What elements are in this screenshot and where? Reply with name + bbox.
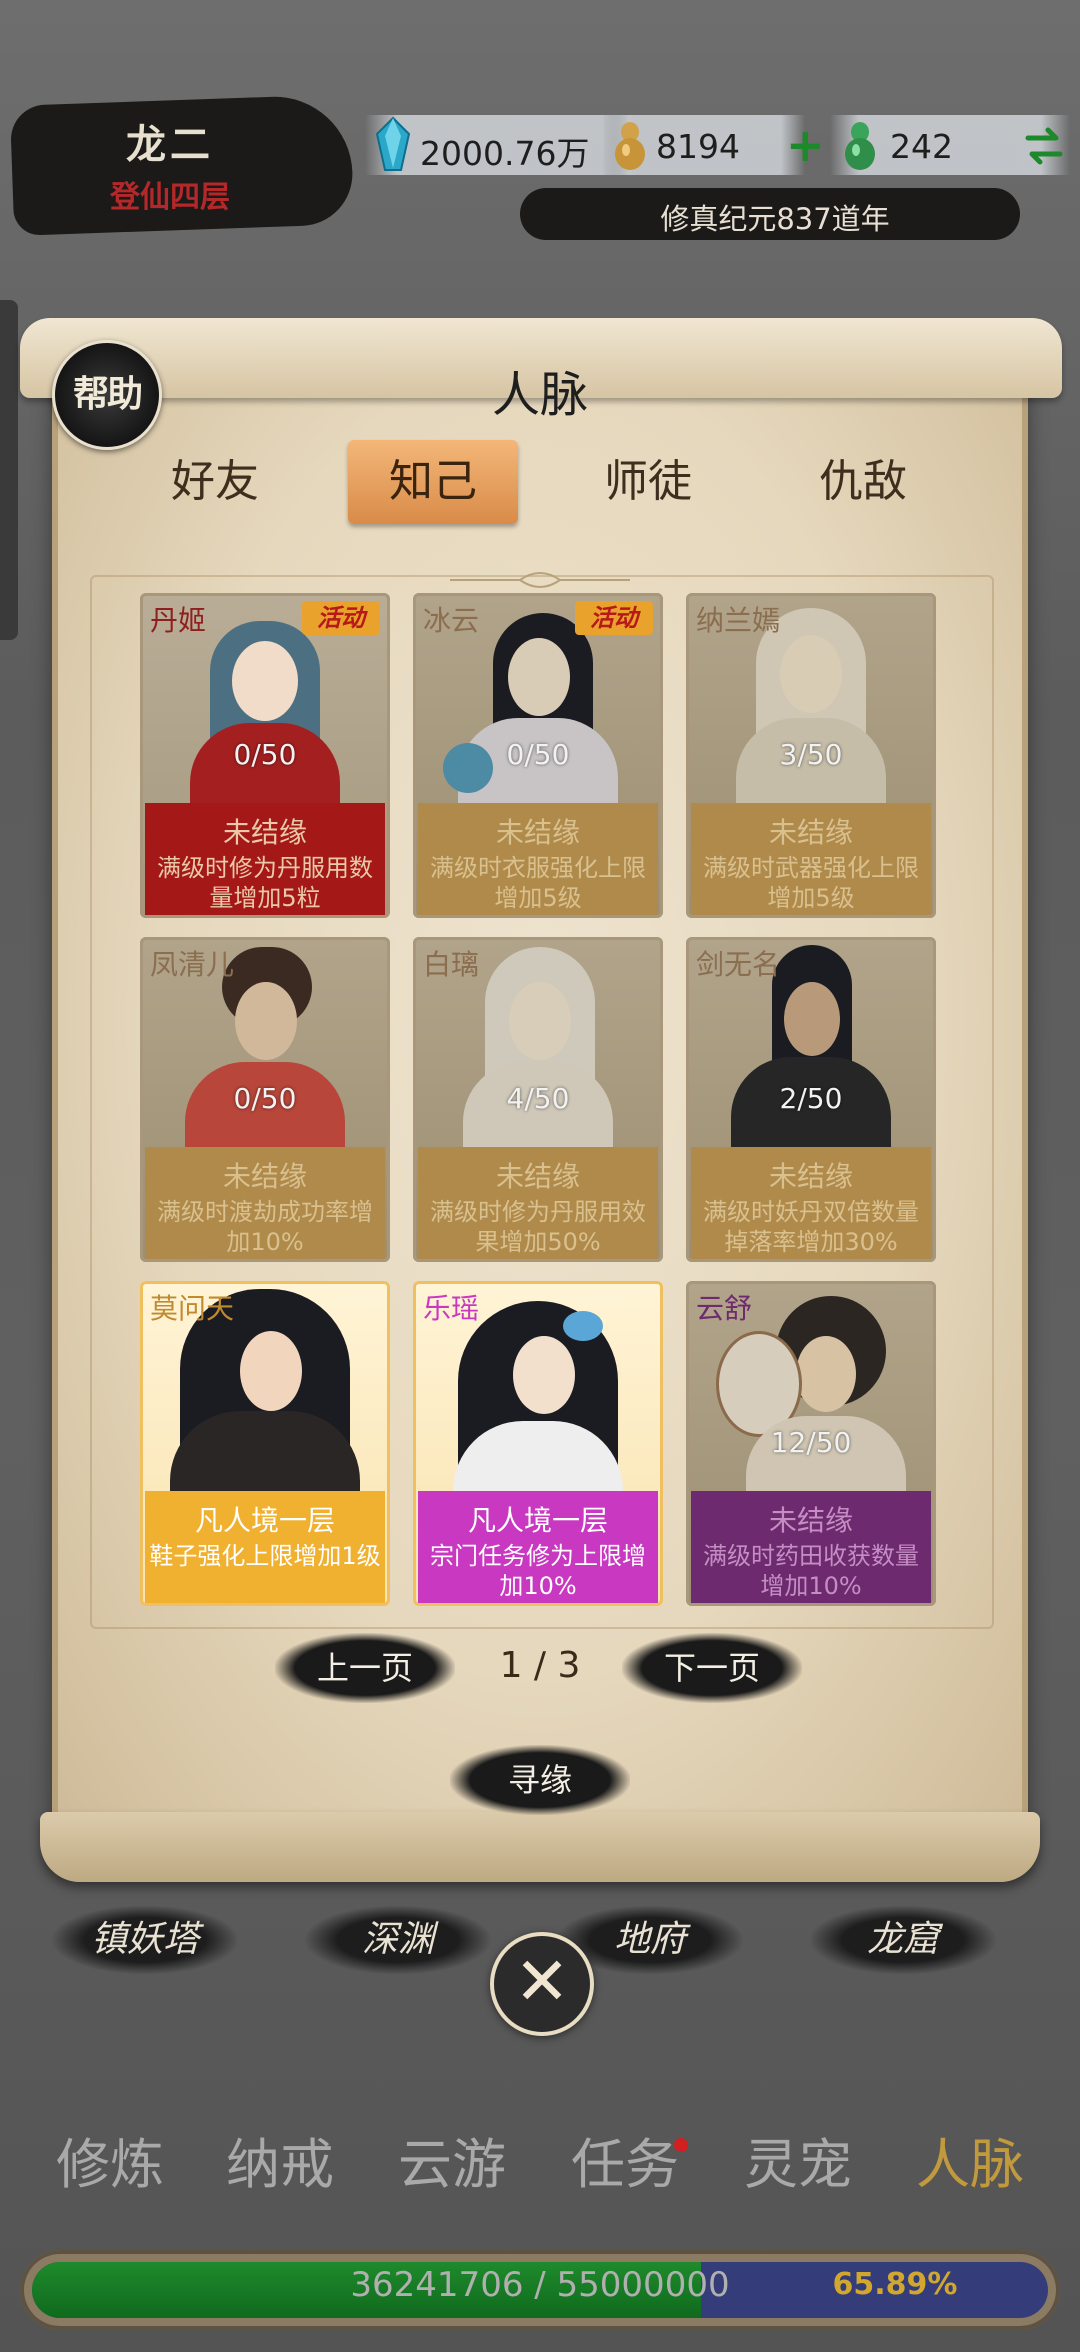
next-page-button[interactable]: 下一页 — [622, 1633, 802, 1703]
region-zhenyaota[interactable]: 镇妖塔 — [50, 1905, 240, 1975]
confidant-name: 云舒 — [696, 1292, 753, 1325]
card-footer: 凡人境一层 鞋子强化上限增加1级 — [145, 1491, 385, 1603]
side-drawer-handle[interactable] — [0, 300, 18, 640]
player-name: 龙二 — [126, 122, 214, 168]
tab-enemies[interactable]: 仇敌 — [778, 440, 948, 524]
bond-status: 未结缘 — [495, 816, 580, 849]
gold-gourd-icon — [615, 122, 645, 170]
panel-title: 人脉 — [491, 367, 588, 423]
bond-bonus: 满级时渡劫成功率增加10% — [157, 1198, 373, 1256]
bond-bonus: 满级时修为丹服用数量增加5粒 — [157, 854, 373, 912]
confidant-name: 丹姬 — [150, 604, 207, 637]
bond-status: 未结缘 — [222, 1160, 307, 1193]
affinity-count: 0/50 — [233, 1082, 297, 1115]
close-icon[interactable]: ✕ — [490, 1932, 594, 2036]
bond-bonus: 鞋子强化上限增加1级 — [149, 1542, 381, 1570]
bond-bonus: 满级时妖丹双倍数量掉落率增加30% — [703, 1198, 919, 1256]
tab-confidants[interactable]: 知己 — [348, 440, 518, 524]
affinity-count: 12/50 — [770, 1426, 852, 1459]
card-footer: 未结缘 满级时武器强化上限增加5级 — [691, 803, 931, 915]
ornament-divider — [450, 572, 630, 588]
bond-status: 未结缘 — [768, 816, 853, 849]
green-gourd-icon — [845, 122, 875, 170]
blue-crystal-icon — [375, 116, 411, 171]
card-footer: 未结缘 满级时渡劫成功率增加10% — [145, 1147, 385, 1259]
era-label: 修真纪元837道年 — [660, 202, 890, 236]
bond-status: 未结缘 — [222, 816, 307, 849]
confidant-card-bingyun[interactable]: 冰云 活动 0/50 未结缘 满级时衣服强化上限增加5级 — [413, 593, 663, 918]
bond-bonus: 满级时衣服强化上限增加5级 — [430, 854, 646, 912]
bond-status: 凡人境一层 — [194, 1504, 335, 1537]
card-footer: 凡人境一层 宗门任务修为上限增加10% — [418, 1491, 658, 1603]
card-footer: 未结缘 满级时妖丹双倍数量掉落率增加30% — [691, 1147, 931, 1259]
confidant-card-mowentian[interactable]: 莫问天 凡人境一层 鞋子强化上限增加1级 — [140, 1281, 390, 1606]
bond-status: 未结缘 — [495, 1160, 580, 1193]
confidant-name: 白璃 — [423, 948, 480, 981]
spirit-stone-amount: 2000.76万 — [420, 134, 590, 173]
bond-status: 未结缘 — [768, 1504, 853, 1537]
tab-friends[interactable]: 好友 — [130, 440, 300, 524]
confidant-name: 凤清儿 — [150, 948, 235, 981]
swap-icon[interactable] — [1024, 126, 1064, 166]
player-realm: 登仙四层 — [110, 180, 230, 215]
plus-icon[interactable]: + — [786, 118, 825, 172]
affinity-count: 4/50 — [506, 1082, 570, 1115]
confidant-name: 剑无名 — [696, 948, 781, 981]
card-footer: 未结缘 满级时药田收获数量增加10% — [691, 1491, 931, 1603]
jade-amount: 242 — [890, 127, 953, 166]
notification-dot — [674, 2138, 688, 2152]
confidant-card-nalanyan[interactable]: 纳兰嫣 3/50 未结缘 满级时武器强化上限增加5级 — [686, 593, 936, 918]
tab-mentorship[interactable]: 师徒 — [563, 440, 733, 524]
confidant-name: 纳兰嫣 — [696, 604, 781, 637]
confidant-card-jianwuming[interactable]: 剑无名 2/50 未结缘 满级时妖丹双倍数量掉落率增加30% — [686, 937, 936, 1262]
event-badge: 活动 — [575, 601, 653, 635]
region-shenyuan[interactable]: 深渊 — [303, 1905, 493, 1975]
gold-amount: 8194 — [656, 127, 740, 166]
confidant-card-leyao[interactable]: 乐瑶 凡人境一层 宗门任务修为上限增加10% — [413, 1281, 663, 1606]
nav-tasks[interactable]: 任务 — [545, 2120, 705, 2210]
confidant-card-yunshu[interactable]: 云舒 12/50 未结缘 满级时药田收获数量增加10% — [686, 1281, 936, 1606]
xp-percent: 65.89% — [832, 2267, 958, 2302]
confidant-name: 莫问天 — [150, 1292, 235, 1325]
card-footer: 未结缘 满级时衣服强化上限增加5级 — [418, 803, 658, 915]
confidant-name: 乐瑶 — [423, 1292, 480, 1325]
bond-bonus: 满级时药田收获数量增加10% — [703, 1542, 919, 1600]
confidant-card-danji[interactable]: 丹姬 活动 0/50 未结缘 满级时修为丹服用数量增加5粒 — [140, 593, 390, 918]
affinity-count: 0/50 — [506, 738, 570, 771]
bond-status: 未结缘 — [768, 1160, 853, 1193]
confidant-card-baili[interactable]: 白璃 4/50 未结缘 满级时修为丹服用效果增加50% — [413, 937, 663, 1262]
help-button[interactable]: 帮助 — [52, 340, 162, 450]
nav-cultivate[interactable]: 修炼 — [30, 2120, 190, 2210]
xp-text: 36241706 / 55000000 — [350, 2265, 730, 2305]
region-longku[interactable]: 龙窟 — [808, 1905, 998, 1975]
affinity-count: 3/50 — [779, 738, 843, 771]
page-indicator: 1 / 3 — [499, 1645, 581, 1686]
nav-pets[interactable]: 灵宠 — [718, 2120, 878, 2210]
seek-fate-button[interactable]: 寻缘 — [450, 1745, 630, 1815]
bond-bonus: 满级时修为丹服用效果增加50% — [430, 1198, 646, 1256]
bond-bonus: 宗门任务修为上限增加10% — [430, 1542, 646, 1600]
nav-renmai[interactable]: 人脉 — [890, 2120, 1050, 2210]
event-badge: 活动 — [302, 601, 380, 635]
card-footer: 未结缘 满级时修为丹服用效果增加50% — [418, 1147, 658, 1259]
nav-ring[interactable]: 纳戒 — [200, 2120, 360, 2210]
affinity-count: 2/50 — [779, 1082, 843, 1115]
affinity-count: 0/50 — [233, 738, 297, 771]
bond-bonus: 满级时武器强化上限增加5级 — [703, 854, 919, 912]
scroll-bottom-roll — [40, 1812, 1040, 1882]
prev-page-button[interactable]: 上一页 — [275, 1633, 455, 1703]
card-footer: 未结缘 满级时修为丹服用数量增加5粒 — [145, 803, 385, 915]
confidant-name: 冰云 — [423, 604, 480, 637]
bond-status: 凡人境一层 — [467, 1504, 608, 1537]
confidant-card-fengqinger[interactable]: 凤清儿 0/50 未结缘 满级时渡劫成功率增加10% — [140, 937, 390, 1262]
nav-travel[interactable]: 云游 — [372, 2120, 532, 2210]
